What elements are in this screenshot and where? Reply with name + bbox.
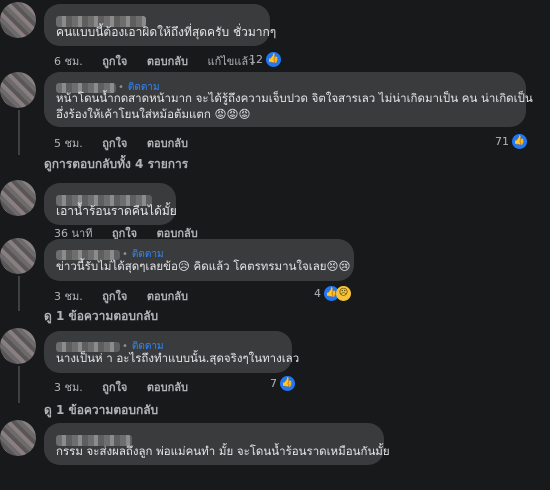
- like-button[interactable]: ถูกใจ: [102, 290, 127, 303]
- avatar[interactable]: [0, 2, 36, 38]
- avatar[interactable]: [0, 72, 36, 108]
- thread-line: [18, 110, 20, 155]
- view-replies-link[interactable]: ดูการตอบกลับทั้ง 4 รายการ: [44, 155, 188, 174]
- reaction-count[interactable]: 7 👍: [270, 376, 295, 391]
- comment-text: กรรม จะส่งผลถึงลูก พ่อแม่คนทำ มั้ย จะโดน…: [56, 444, 390, 458]
- thumbs-up-icon: 👍: [266, 52, 281, 67]
- reply-button[interactable]: ตอบกลับ: [147, 381, 188, 394]
- comment-actions: 5 ชม. ถูกใจ ตอบกลับ: [54, 134, 204, 152]
- comment-text-line: อึ่งร้องให้เค้าโยนใส่หม้อต้มแตก 😡😡😡: [56, 107, 251, 121]
- comment-text-line: หน้าโดนน้ำกดสาดหน้ามาก จะได้รู้ถึงความเจ…: [56, 91, 533, 105]
- comment-bubble: กรรม จะส่งผลถึงลูก พ่อแม่คนทำ มั้ย จะโดน…: [44, 423, 390, 465]
- comment-text: ข่าวนี้รับไม่ได้สุดๆเลยข้อ😥 คิดแล้ว โคตร…: [56, 259, 351, 273]
- thread-line: [18, 276, 20, 311]
- comment-time[interactable]: 5 ชม.: [54, 137, 83, 150]
- view-replies-link[interactable]: ดู 1 ข้อความตอบกลับ: [44, 307, 158, 326]
- view-replies-link[interactable]: ดู 1 ข้อความตอบกลับ: [44, 401, 158, 420]
- reply-button[interactable]: ตอบกลับ: [147, 137, 188, 150]
- comment-bubble: • ติดตาม ข่าวนี้รับไม่ได้สุดๆเลยข้อ😥 คิดแ…: [44, 239, 354, 281]
- comment-time[interactable]: 6 ชม.: [54, 55, 83, 68]
- comment-bubble: เอาน้ำร้อนราดคืนได้มั้ย: [44, 183, 177, 225]
- edited-label: แก้ไขแล้ว: [207, 55, 255, 68]
- like-button[interactable]: ถูกใจ: [102, 381, 127, 394]
- reaction-count[interactable]: 4 👍 ☹: [314, 286, 351, 301]
- avatar[interactable]: [0, 328, 36, 364]
- comment-bubble: คนแบบนี้ต้องเอาผิดให้ถึงที่สุดครับ ชั่วม…: [44, 4, 277, 46]
- comment-time[interactable]: 3 ชม.: [54, 290, 83, 303]
- comment-text: นางเป็นห่ า อะไรถึงทำแบบนั้น.สุดจริงๆในท…: [56, 351, 300, 365]
- comment-bubble: • ติดตาม นางเป็นห่ า อะไรถึงทำแบบนั้น.สุด…: [44, 331, 300, 373]
- like-button[interactable]: ถูกใจ: [102, 55, 127, 68]
- sad-face-icon: ☹: [336, 286, 351, 301]
- comment-bubble: • ติดตาม หน้าโดนน้ำกดสาดหน้ามาก จะได้รู้ถ…: [44, 72, 533, 127]
- avatar[interactable]: [0, 238, 36, 274]
- thumbs-up-icon: 👍: [280, 376, 295, 391]
- comment-text: คนแบบนี้ต้องเอาผิดให้ถึงที่สุดครับ ชั่วม…: [56, 25, 277, 39]
- avatar[interactable]: [0, 180, 36, 216]
- comment-actions: 6 ชม. ถูกใจ ตอบกลับ แก้ไขแล้ว: [54, 52, 270, 70]
- avatar[interactable]: [0, 420, 36, 456]
- reaction-count[interactable]: 12 👍: [249, 52, 281, 67]
- thread-line: [18, 366, 20, 403]
- reply-button[interactable]: ตอบกลับ: [147, 55, 188, 68]
- comment-actions: 3 ชม. ถูกใจ ตอบกลับ: [54, 378, 204, 396]
- reaction-count[interactable]: 71 👍: [495, 134, 527, 149]
- comment-text: เอาน้ำร้อนราดคืนได้มั้ย: [56, 204, 177, 218]
- comment-actions: 3 ชม. ถูกใจ ตอบกลับ: [54, 287, 204, 305]
- like-button[interactable]: ถูกใจ: [102, 137, 127, 150]
- thumbs-up-icon: 👍: [512, 134, 527, 149]
- comment-time[interactable]: 3 ชม.: [54, 381, 83, 394]
- reply-button[interactable]: ตอบกลับ: [147, 290, 188, 303]
